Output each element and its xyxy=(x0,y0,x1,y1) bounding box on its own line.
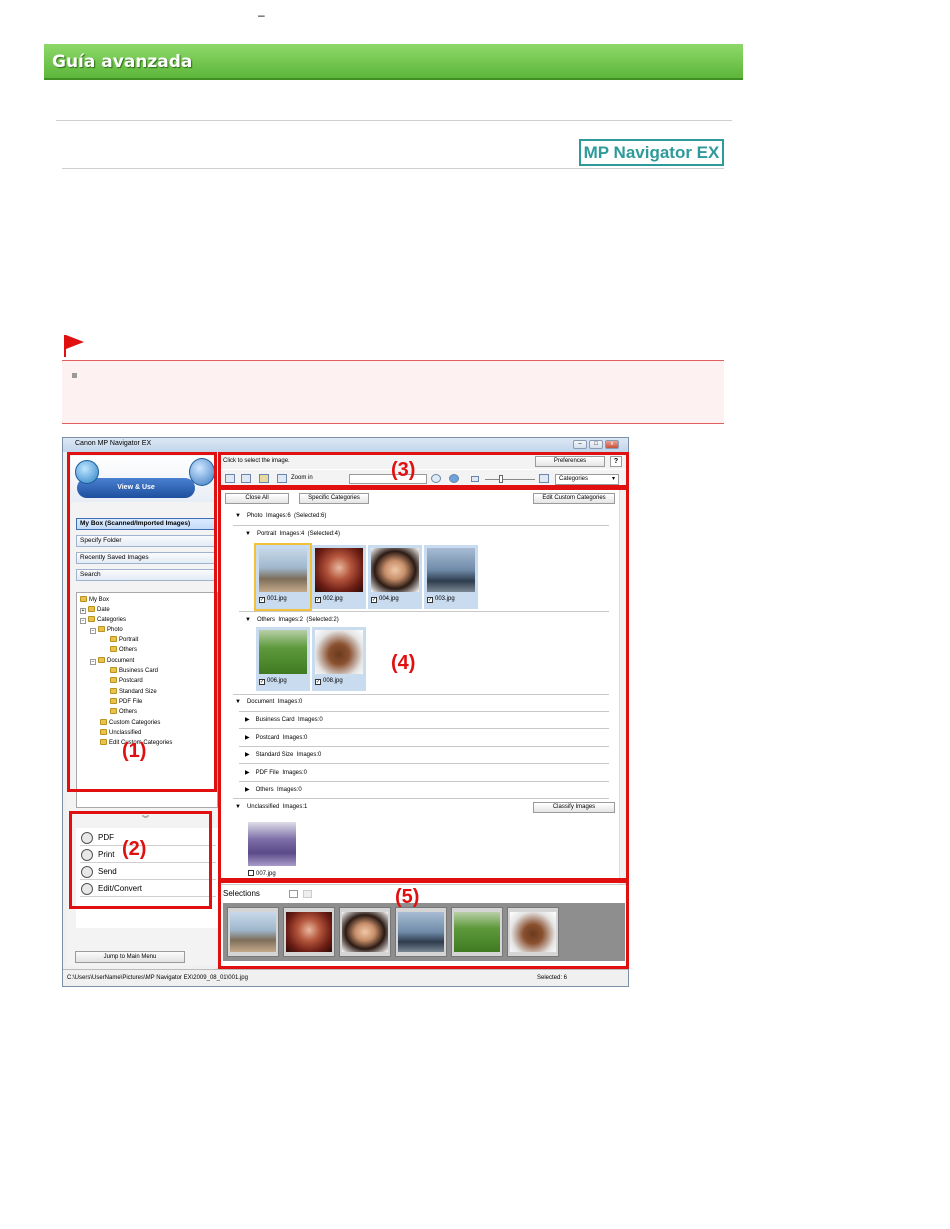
note-bullet-icon xyxy=(72,373,77,378)
maximize-button[interactable]: □ xyxy=(589,440,603,449)
callout-label-2: (2) xyxy=(122,838,147,860)
callout-box-5 xyxy=(218,880,629,969)
close-button[interactable]: x xyxy=(605,440,619,449)
callout-label-1: (1) xyxy=(122,740,147,762)
window-titlebar: Canon MP Navigator EX – □ x xyxy=(63,438,628,452)
status-path: C:\Users\UserName\Pictures\MP Navigator … xyxy=(67,975,248,981)
divider-bottom xyxy=(62,168,724,169)
banner-title: Guía avanzada xyxy=(52,52,193,72)
top-mark: – xyxy=(258,8,265,22)
section-banner: Guía avanzada xyxy=(44,44,743,80)
status-selected-count: Selected: 6 xyxy=(537,975,568,981)
product-badge: MP Navigator EX xyxy=(579,139,724,166)
minimize-button[interactable]: – xyxy=(573,440,587,449)
important-note-box xyxy=(62,360,724,424)
divider-top xyxy=(56,120,732,121)
callout-label-4: (4) xyxy=(391,652,416,674)
callout-label-3: (3) xyxy=(391,459,416,481)
jump-to-main-menu-button[interactable]: Jump to Main Menu xyxy=(75,951,185,963)
callout-label-5: (5) xyxy=(395,886,420,908)
status-bar: C:\Users\UserName\Pictures\MP Navigator … xyxy=(63,969,628,986)
callout-box-3 xyxy=(218,452,629,488)
important-flag-icon xyxy=(64,335,84,357)
window-title: Canon MP Navigator EX xyxy=(75,440,152,447)
callout-box-4 xyxy=(218,487,629,881)
